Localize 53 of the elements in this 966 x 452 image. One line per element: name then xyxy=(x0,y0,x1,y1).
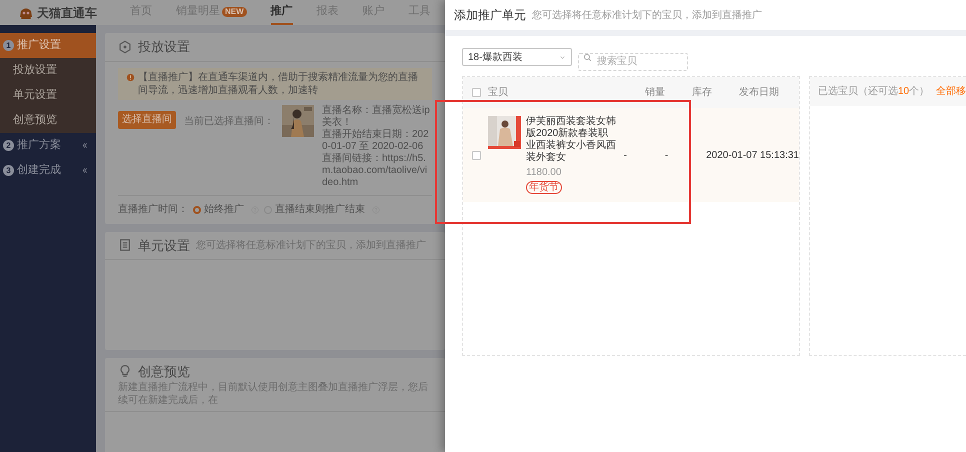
step-label: 推广方案 xyxy=(17,138,62,154)
nav-tab[interactable]: 推广 xyxy=(270,0,293,25)
sidebar-step[interactable]: 1 推广设置 xyxy=(0,33,96,58)
step-label: 推广设置 xyxy=(17,38,62,54)
plan-select[interactable]: 18-爆款西装 xyxy=(462,48,572,66)
section-title: 单元设置 xyxy=(138,236,190,254)
column-header: 销量 xyxy=(645,86,666,100)
sidebar-subitem[interactable]: 投放设置 xyxy=(0,58,96,83)
selected-count-text: 已选宝贝（还可选10个） xyxy=(818,84,930,99)
field-label: 直播推广时间： xyxy=(118,202,188,217)
drawer-title: 添加推广单元 xyxy=(454,7,526,24)
column-header: 库存 xyxy=(692,86,713,100)
step-number: 2 xyxy=(3,140,14,151)
product-title: 伊芙丽西装套装女韩版2020新款春装职业西装裤女小香风西装外套女 xyxy=(526,116,617,164)
radio-option[interactable]: 直播结束则推广结束 xyxy=(264,202,365,217)
notice-text: 【直播推广】在直通车渠道内，借助于搜索精准流量为您的直播间导流，迅速增加直播观看人数，加速转 xyxy=(138,70,419,96)
lightbulb-icon xyxy=(118,364,132,378)
live-info-text: 直播开始结束日期：2020-01-07 至 2020-02-06 xyxy=(322,128,430,152)
checkbox[interactable] xyxy=(472,88,481,97)
column-header: 宝贝 xyxy=(488,86,509,100)
current-room-label: 当前已选择直播间： xyxy=(184,114,274,128)
drawer-subtitle: 您可选择将任意标准计划下的宝贝，添加到直播推广 xyxy=(532,8,762,22)
column-header: 发布日期 xyxy=(739,86,780,100)
sidebar-subitem[interactable]: 单元设置 xyxy=(0,83,96,108)
double-chevron-icon xyxy=(81,142,88,149)
step-number: 1 xyxy=(3,40,14,51)
table-cell-text: - xyxy=(664,148,670,162)
sidebar-step[interactable]: 3 创建完成 xyxy=(0,158,96,183)
hexagon-icon xyxy=(118,40,132,54)
live-info-text: 直播间链接：https://h5.m.taobao.com/taolive/video.htm xyxy=(322,152,428,188)
remove-all-link[interactable]: 全部移 xyxy=(936,84,966,99)
live-info-text: 直播名称：直播宽松送ip美衣！ xyxy=(322,104,431,128)
sidebar-step[interactable]: 2 推广方案 xyxy=(0,133,96,158)
search-icon xyxy=(583,52,592,62)
radio-option[interactable]: 始终推广 xyxy=(193,202,244,217)
logo-text: 天猫直通车 xyxy=(37,4,97,22)
list-icon xyxy=(118,238,132,252)
table-cell-text: 2020-01-07 15:13:31 xyxy=(706,148,799,162)
step-number: 3 xyxy=(3,165,14,176)
step-label: 创建完成 xyxy=(17,162,62,178)
chevron-down-icon xyxy=(559,54,566,60)
checkbox[interactable] xyxy=(472,150,481,160)
search-field[interactable]: 搜索宝贝 xyxy=(578,52,688,70)
new-badge: NEW xyxy=(222,6,247,16)
section-title: 投放设置 xyxy=(138,38,190,56)
warning-icon xyxy=(126,72,135,82)
select-live-room-button[interactable]: 选择直播间 xyxy=(118,110,176,128)
table-cell-text: - xyxy=(624,148,628,162)
product-price: 1180.00 xyxy=(526,166,562,180)
double-chevron-icon xyxy=(81,167,88,174)
sidebar-subitem[interactable]: 创意预览 xyxy=(0,108,96,133)
section-title: 创意预览 xyxy=(138,362,190,380)
promo-tag: 年货节 xyxy=(526,181,562,194)
